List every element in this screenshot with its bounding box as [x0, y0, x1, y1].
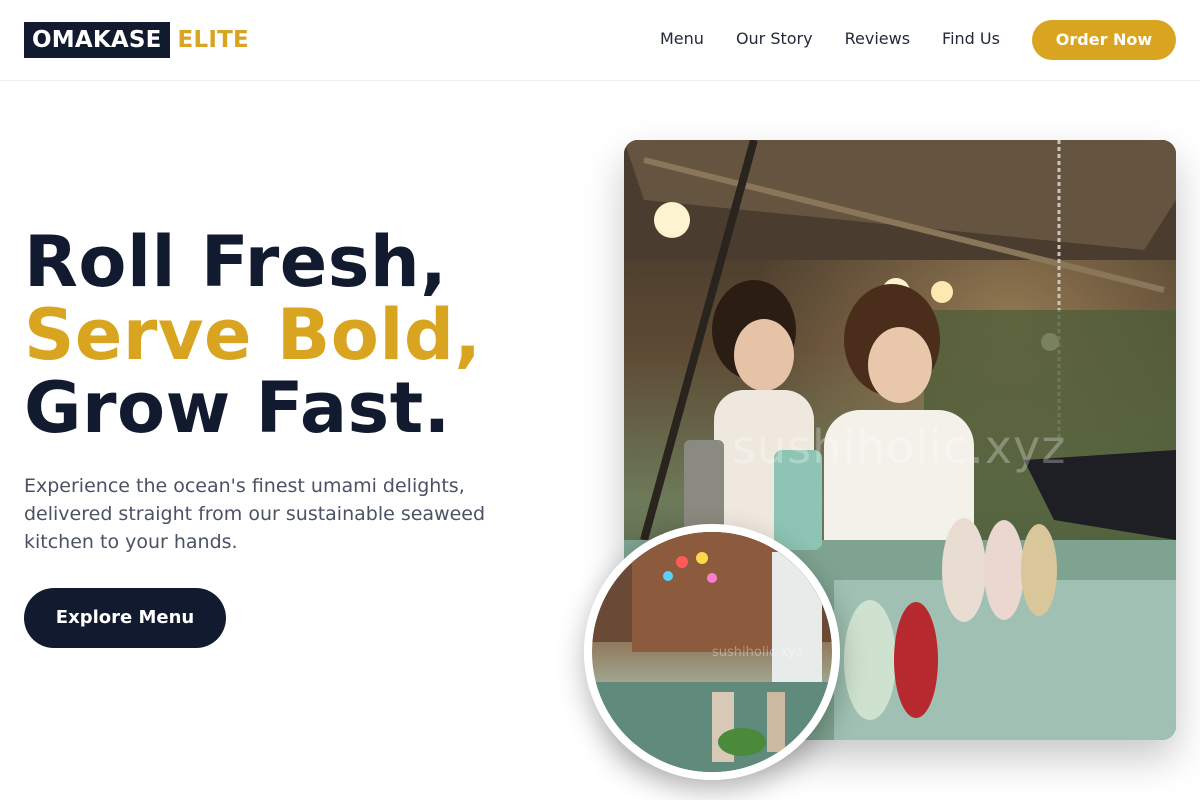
nav-item-menu[interactable]: Menu: [660, 29, 704, 49]
image-watermark: sushiholic.xyz: [732, 420, 1067, 474]
brand-logo[interactable]: OMAKASE ELITE: [24, 22, 249, 58]
explore-menu-button[interactable]: Explore Menu: [24, 588, 226, 648]
nav-item-our-story[interactable]: Our Story: [736, 29, 813, 49]
hero-title-line-3: Grow Fast.: [24, 367, 451, 449]
hero-title-line-1: Roll Fresh,: [24, 221, 448, 303]
site-header: OMAKASE ELITE Menu Our Story Reviews Fin…: [0, 0, 1200, 81]
brand-name-primary: OMAKASE: [24, 22, 170, 58]
hero-title-line-2: Serve Bold,: [24, 294, 482, 376]
brand-name-accent: ELITE: [177, 27, 249, 53]
order-now-button[interactable]: Order Now: [1032, 20, 1176, 60]
nav-item-reviews[interactable]: Reviews: [845, 29, 910, 49]
hero-subtitle: Experience the ocean's finest umami deli…: [24, 475, 486, 553]
nav-item-find-us[interactable]: Find Us: [942, 29, 1000, 49]
main-nav: Menu Our Story Reviews Find Us: [660, 29, 1032, 49]
hero-title: Roll Fresh, Serve Bold, Grow Fast.: [24, 226, 482, 445]
circle-image-watermark: sushiholic.xyz: [712, 645, 803, 660]
